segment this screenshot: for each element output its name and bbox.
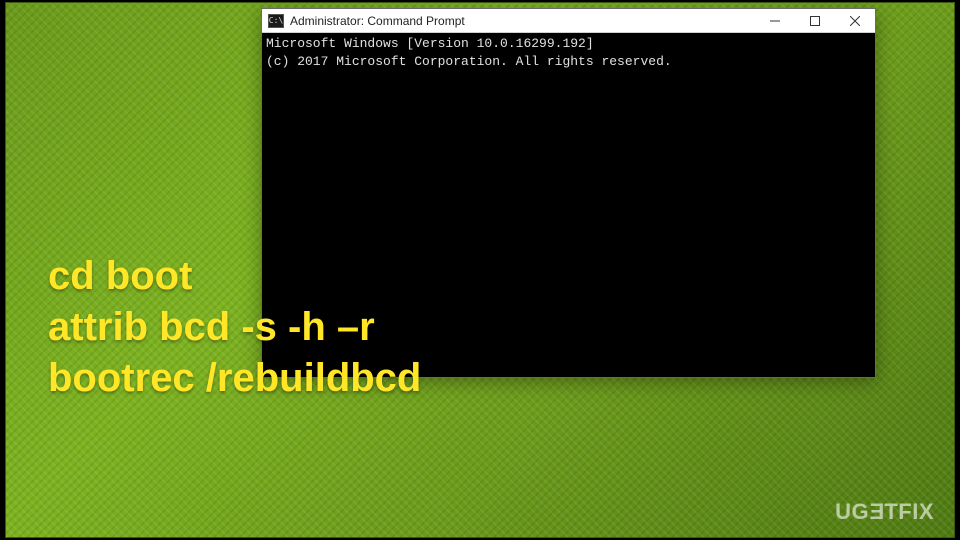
background-canvas: C:\ Administrator: Command Prompt Micros…	[5, 2, 955, 538]
watermark-part-3: TFIX	[884, 499, 934, 525]
overlay-line-3: bootrec /rebuildbcd	[48, 353, 421, 404]
watermark-part-2: E	[869, 499, 884, 525]
watermark-part-1: UG	[835, 499, 869, 525]
maximize-button[interactable]	[795, 9, 835, 33]
minimize-button[interactable]	[755, 9, 795, 33]
close-button[interactable]	[835, 9, 875, 33]
close-icon	[850, 16, 860, 26]
overlay-line-1: cd boot	[48, 251, 421, 302]
watermark-logo: UGETFIX	[835, 499, 934, 525]
cmd-icon: C:\	[268, 14, 284, 28]
terminal-line-1: Microsoft Windows [Version 10.0.16299.19…	[266, 36, 594, 51]
command-overlay: cd boot attrib bcd -s -h –r bootrec /reb…	[48, 251, 421, 405]
window-title: Administrator: Command Prompt	[290, 14, 465, 28]
window-titlebar[interactable]: C:\ Administrator: Command Prompt	[262, 9, 875, 33]
terminal-line-2: (c) 2017 Microsoft Corporation. All righ…	[266, 54, 672, 69]
maximize-icon	[810, 16, 820, 26]
minimize-icon	[770, 16, 780, 26]
overlay-line-2: attrib bcd -s -h –r	[48, 302, 421, 353]
